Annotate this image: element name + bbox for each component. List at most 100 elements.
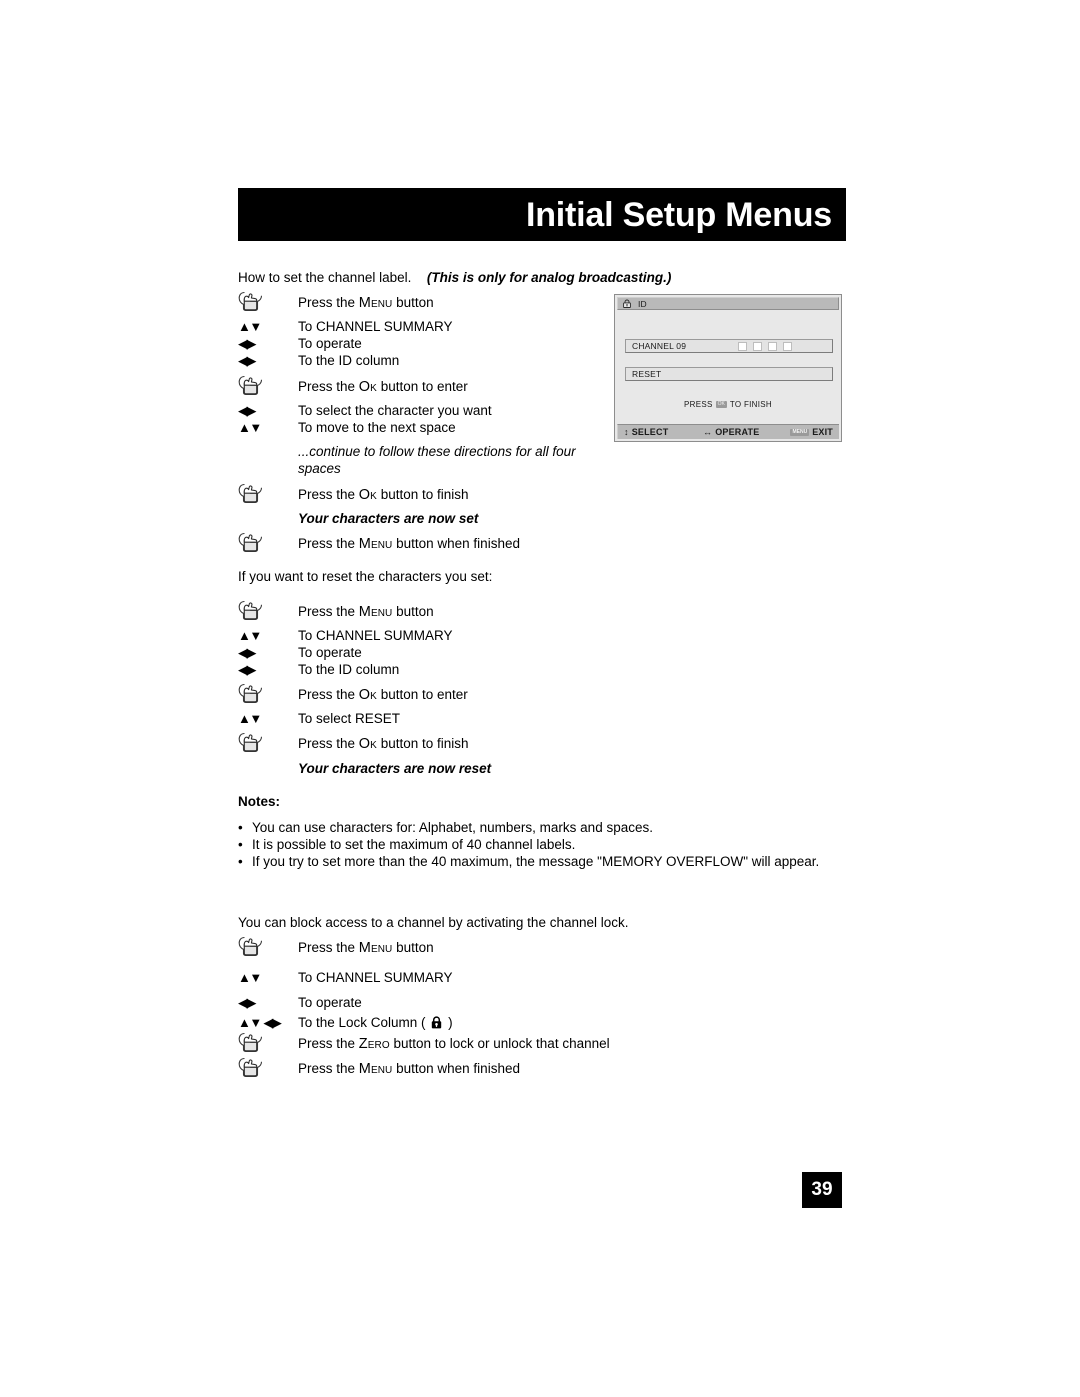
arrow-up-down-left-right-icon: ▲▼ ◀▶ (238, 1015, 282, 1030)
step-row: ▲▼ To CHANNEL SUMMARY (238, 969, 453, 986)
step-row: Press the Ok button to enter (238, 683, 468, 704)
arrow-up-down-icon: ▲▼ (238, 711, 262, 726)
key-name: Ok (358, 736, 377, 752)
result-note-reset: Your characters are now reset (298, 761, 492, 776)
step-row: Press the Zero button to lock or unlock … (238, 1032, 610, 1053)
osd-footer-operate-label: OPERATE (715, 427, 760, 437)
step-row: Press the Ok button to finish (238, 483, 469, 504)
step-row: Press the Menu button (238, 600, 434, 621)
step-label: To select RESET (298, 711, 401, 726)
note-text: If you try to set more than the 40 maxim… (252, 854, 820, 869)
osd-row-channel[interactable]: CHANNEL 09 (625, 339, 833, 353)
step-row: Press the Menu button when finished (238, 1057, 520, 1078)
step-label: Press the Ok button to enter (298, 379, 468, 395)
step-row: ▲▼ To move to the next space (238, 419, 456, 436)
note-text: You can use characters for: Alphabet, nu… (252, 820, 653, 835)
step-label: To the ID column (298, 353, 400, 368)
step-row: Press the Ok button to finish (238, 732, 469, 753)
key-name: Menu (358, 536, 393, 552)
step-label: To CHANNEL SUMMARY (298, 970, 453, 985)
page-header-banner: Initial Setup Menus (238, 188, 846, 241)
osd-row-label: CHANNEL 09 (632, 341, 687, 351)
hand-press-icon (238, 1057, 298, 1078)
step-label: Press the Menu button (298, 940, 434, 956)
bullet-icon: • (238, 837, 243, 852)
arrow-up-down-icon: ▲▼ (238, 970, 262, 985)
step-label: Press the Ok button to finish (298, 487, 469, 503)
character-boxes[interactable] (738, 342, 792, 351)
key-name: Menu (358, 295, 393, 311)
step-row: Press the Menu button (238, 936, 434, 957)
step-label: Press the Menu button (298, 604, 434, 620)
ok-key-chip: OK (715, 401, 727, 408)
step-row: ◀▶ To operate (238, 644, 362, 661)
osd-row-reset[interactable]: RESET (625, 367, 833, 381)
step-row: ◀▶ To the ID column (238, 352, 399, 369)
step-label: Press the Ok button to enter (298, 687, 468, 703)
hand-press-icon (238, 732, 298, 753)
osd-footer-operate[interactable]: ↔ OPERATE (703, 427, 759, 437)
osd-row-label: RESET (632, 369, 662, 379)
step-label: To move to the next space (298, 420, 456, 435)
bullet-icon: • (238, 854, 243, 869)
key-name: Menu (358, 1061, 393, 1077)
arrow-up-down-icon: ▲▼ (238, 420, 262, 435)
step-row: ◀▶ To the ID column (238, 661, 399, 678)
hand-press-icon (238, 375, 298, 396)
intro-emphasis-text: (This is only for analog broadcasting.) (426, 270, 672, 285)
character-box[interactable] (753, 342, 762, 351)
osd-screen-mock: ID CHANNEL 09 RESET PRESS OK TO FINISH ↕… (614, 294, 842, 442)
step-label: Press the Menu button when finished (298, 536, 520, 552)
step-row: ▲▼ To CHANNEL SUMMARY (238, 627, 453, 644)
page-number: 39 (802, 1172, 842, 1208)
hand-press-icon (238, 600, 298, 621)
step-label: To CHANNEL SUMMARY (298, 628, 453, 643)
arrow-left-right-icon: ↔ (703, 426, 713, 437)
hand-press-icon (238, 532, 298, 553)
padlock-icon (431, 1016, 442, 1029)
step-label: Press the Zero button to lock or unlock … (298, 1036, 610, 1052)
arrow-left-right-icon: ◀▶ (238, 352, 257, 368)
hand-press-icon (238, 936, 298, 957)
arrow-left-right-icon: ◀▶ (238, 994, 257, 1010)
padlock-icon (623, 299, 631, 308)
character-box[interactable] (783, 342, 792, 351)
hand-press-icon (238, 1032, 298, 1053)
osd-title-text: ID (638, 298, 647, 309)
key-name: Ok (358, 487, 377, 503)
step-label: To CHANNEL SUMMARY (298, 319, 453, 334)
intro-plain-text: How to set the channel label. (238, 270, 412, 285)
key-name: Ok (358, 379, 377, 395)
continue-note-line1: ...continue to follow these directions f… (298, 444, 576, 459)
step-label: To operate (298, 336, 362, 351)
arrow-up-down-icon: ▲▼ (238, 628, 262, 643)
arrow-left-right-icon: ◀▶ (238, 661, 257, 677)
osd-footer-exit-label: EXIT (812, 427, 833, 437)
osd-footer-exit[interactable]: MENU EXIT (790, 427, 833, 437)
arrow-left-right-icon: ◀▶ (238, 402, 257, 418)
step-label: Press the Ok button to finish (298, 736, 469, 752)
key-name: Ok (358, 687, 377, 703)
character-box[interactable] (738, 342, 747, 351)
step-row: ◀▶ To select the character you want (238, 402, 492, 419)
continue-note-line2: spaces (298, 461, 341, 476)
note-list-item: • It is possible to set the maximum of 4… (238, 836, 852, 853)
bullet-icon: • (238, 820, 243, 835)
arrow-left-right-icon: ◀▶ (238, 335, 257, 351)
lock-section-heading: You can block access to a channel by act… (238, 915, 629, 930)
step-label: To the ID column (298, 662, 400, 677)
step-row: Press the Menu button (238, 291, 434, 312)
step-row: ▲▼ ◀▶ To the Lock Column ( ) (238, 1014, 453, 1031)
character-box[interactable] (768, 342, 777, 351)
osd-footer-bar: ↕ SELECT ↔ OPERATE MENU EXIT (617, 424, 839, 439)
hand-press-icon (238, 683, 298, 704)
osd-title-bar: ID (617, 297, 839, 310)
arrow-up-down-icon: ↕ (624, 426, 629, 437)
step-label: Press the Menu button when finished (298, 1061, 520, 1077)
osd-hint-before: PRESS (684, 400, 713, 409)
step-row: ▲▼ To select RESET (238, 710, 400, 727)
osd-footer-select[interactable]: ↕ SELECT (624, 427, 668, 437)
step-label: To operate (298, 995, 362, 1010)
result-note-set: Your characters are now set (298, 511, 479, 526)
step-row: ◀▶ To operate (238, 335, 362, 352)
